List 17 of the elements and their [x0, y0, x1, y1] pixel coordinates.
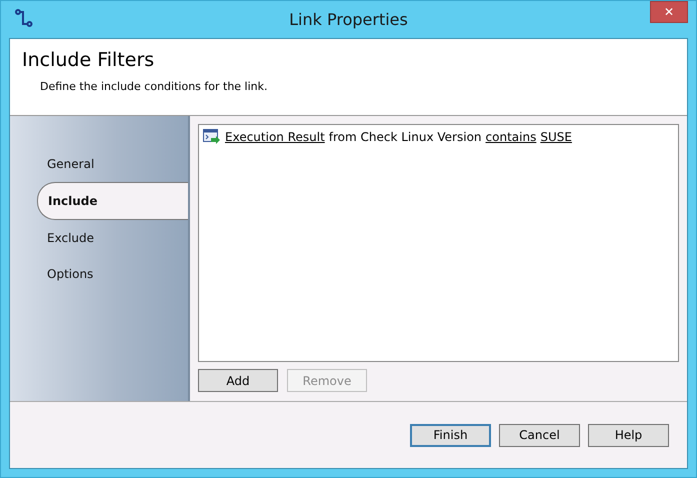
page-title: Include Filters — [22, 49, 156, 71]
dialog-button[interactable]: Finish — [410, 424, 491, 446]
condition-link[interactable]: SUSE — [540, 130, 572, 144]
dialog-button[interactable]: Cancel — [499, 424, 580, 446]
sidebar-tab[interactable]: General — [10, 146, 188, 182]
link-icon — [15, 9, 33, 29]
condition-text: from Check Linux Version — [328, 130, 482, 144]
list-button[interactable]: Add — [198, 369, 278, 392]
condition-link[interactable]: contains — [486, 130, 536, 144]
dialog-button[interactable]: Help — [588, 424, 669, 446]
condition-link[interactable]: Execution Result — [225, 130, 325, 144]
close-button[interactable]: ✕ — [650, 1, 688, 23]
sidebar-tab[interactable]: Exclude — [10, 220, 188, 256]
sidebar-tab[interactable]: Options — [10, 256, 188, 292]
sidebar-tab[interactable]: Include — [37, 182, 188, 220]
window-title: Link Properties — [289, 10, 408, 29]
page-subtitle: Define the include conditions for the link. — [40, 80, 269, 93]
